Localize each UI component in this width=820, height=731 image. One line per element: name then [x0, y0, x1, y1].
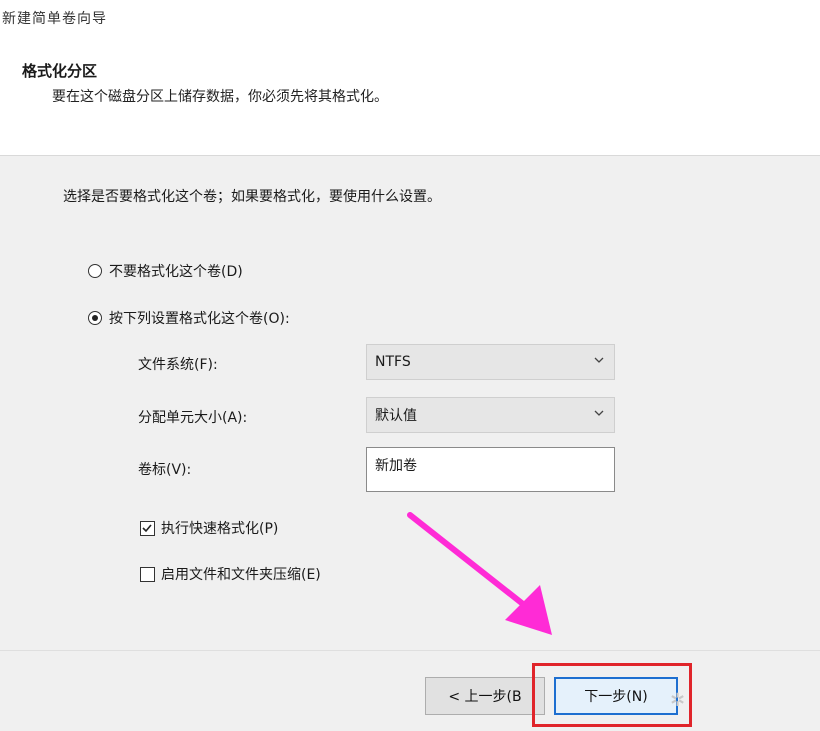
- allocation-unit-label: 分配单元大小(A):: [138, 410, 248, 426]
- chevron-down-icon: [594, 410, 604, 416]
- page-title: 格式化分区: [22, 62, 98, 80]
- radio-format[interactable]: 按下列设置格式化这个卷(O):: [88, 308, 290, 328]
- wizard-content: 选择是否要格式化这个卷；如果要格式化，要使用什么设置。 不要格式化这个卷(D) …: [0, 155, 820, 651]
- file-system-value: NTFS: [375, 354, 411, 370]
- checkbox-unchecked-icon[interactable]: [140, 566, 155, 582]
- quick-format-label: 执行快速格式化(P): [161, 521, 279, 537]
- instruction-text: 选择是否要格式化这个卷；如果要格式化，要使用什么设置。: [63, 189, 441, 205]
- chevron-down-icon: [594, 357, 604, 363]
- highlight-box: [532, 663, 692, 727]
- compression-checkbox-row[interactable]: 启用文件和文件夹压缩(E): [140, 564, 321, 584]
- checkbox-checked-icon[interactable]: [140, 520, 155, 536]
- window-title: 新建简单卷向导: [2, 11, 107, 27]
- back-button[interactable]: < 上一步(B: [425, 677, 545, 715]
- radio-button-icon[interactable]: [88, 264, 102, 278]
- volume-label-label: 卷标(V):: [138, 462, 192, 478]
- radio-no-format[interactable]: 不要格式化这个卷(D): [88, 261, 243, 281]
- file-system-select[interactable]: NTFS: [366, 344, 615, 380]
- volume-label-input[interactable]: 新加卷: [366, 447, 615, 492]
- sparkle-icon: ✲: [670, 690, 686, 711]
- radio-button-checked-icon[interactable]: [88, 311, 102, 325]
- allocation-unit-value: 默认值: [375, 408, 417, 424]
- compression-label: 启用文件和文件夹压缩(E): [161, 567, 321, 583]
- wizard-footer: < 上一步(B 下一步(N): [0, 650, 820, 731]
- wizard-header: 新建简单卷向导 格式化分区 要在这个磁盘分区上储存数据，你必须先将其格式化。: [0, 0, 820, 155]
- radio-no-format-label: 不要格式化这个卷(D): [109, 264, 243, 280]
- radio-format-label: 按下列设置格式化这个卷(O):: [109, 311, 290, 327]
- page-subtitle: 要在这个磁盘分区上储存数据，你必须先将其格式化。: [52, 89, 388, 105]
- allocation-unit-select[interactable]: 默认值: [366, 397, 615, 433]
- quick-format-checkbox-row[interactable]: 执行快速格式化(P): [140, 518, 278, 538]
- file-system-label: 文件系统(F):: [138, 357, 218, 373]
